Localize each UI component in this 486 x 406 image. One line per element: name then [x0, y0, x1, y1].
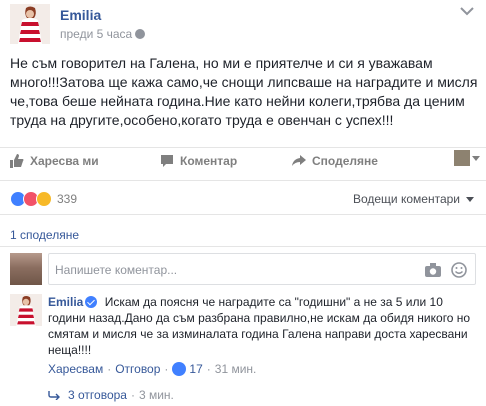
reaction-summary[interactable]: 339 [10, 189, 77, 209]
current-user-avatar[interactable] [10, 253, 42, 285]
globe-icon [135, 29, 146, 39]
post-timestamp[interactable]: преди 5 часа [60, 27, 146, 41]
comment-reply-link[interactable]: Отговор [115, 362, 160, 376]
share-button[interactable]: Споделяне [292, 154, 378, 168]
author-avatar[interactable] [10, 4, 50, 44]
like-button-label: Харесва ми [30, 154, 99, 168]
separator-dot: · [107, 362, 112, 376]
comment-button-label: Коментар [180, 154, 238, 168]
comment-like-link[interactable]: Харесвам [48, 362, 103, 376]
replies-count[interactable]: 3 отговора [68, 388, 127, 402]
share-arrow-icon [292, 155, 306, 166]
separator-dot: · [130, 388, 135, 402]
view-replies-link[interactable]: 3 отговора · 3 мин. [48, 388, 174, 402]
reaction-count[interactable]: 339 [57, 192, 77, 206]
divider [0, 246, 486, 247]
comment-author-avatar[interactable] [10, 294, 42, 326]
comment-body: Emilia Искам да поясня че наградите са "… [48, 294, 476, 358]
comment-text: Искам да поясня че наградите са "годишни… [48, 295, 471, 357]
replies-time: 3 мин. [138, 388, 174, 402]
divider [0, 214, 486, 215]
comment-time[interactable]: 31 мин. [215, 362, 257, 376]
divider [0, 147, 486, 148]
separator-dot: · [206, 362, 211, 376]
share-button-label: Споделяне [312, 154, 378, 168]
chevron-down-icon [466, 196, 474, 202]
post-author-name[interactable]: Emilia [60, 7, 101, 23]
post-body-text: Не съм говорител на Галена, но ми е прия… [10, 55, 478, 128]
post-header: Emilia преди 5 часа [10, 4, 476, 44]
verified-badge-icon [85, 296, 98, 308]
comment-sort-label: Водещи коментари [352, 192, 460, 206]
chevron-down-icon[interactable] [460, 6, 474, 16]
thumbs-up-icon [10, 154, 24, 168]
comment-like-count[interactable]: 17 [189, 362, 202, 376]
post-time-text[interactable]: преди 5 часа [60, 27, 132, 41]
chevron-down-icon[interactable] [472, 156, 480, 161]
camera-icon[interactable] [425, 263, 441, 277]
haha-reaction-icon [36, 191, 52, 207]
comment-sort-dropdown[interactable]: Водещи коментари [353, 192, 474, 206]
comment-box[interactable] [48, 253, 476, 285]
comment-author-name[interactable]: Emilia [48, 295, 83, 309]
reply-arrow-icon [48, 391, 60, 400]
page-selector-avatar[interactable] [454, 150, 470, 166]
smiley-icon[interactable] [451, 262, 467, 278]
comment-button[interactable]: Коментар [160, 154, 237, 168]
shares-count-link[interactable]: 1 споделяне [10, 228, 79, 242]
comment-input[interactable] [55, 260, 395, 280]
separator-dot: · [164, 362, 169, 376]
like-button[interactable]: Харесва ми [10, 154, 99, 168]
post-action-bar: Харесва ми Коментар Споделяне [10, 150, 480, 174]
comment-composer [10, 251, 476, 285]
divider [0, 180, 486, 181]
thumbs-up-icon [172, 362, 187, 376]
comment-bubble-icon [161, 155, 173, 167]
comment-actions: Харесвам · Отговор · 17 · 31 мин. [48, 362, 256, 376]
